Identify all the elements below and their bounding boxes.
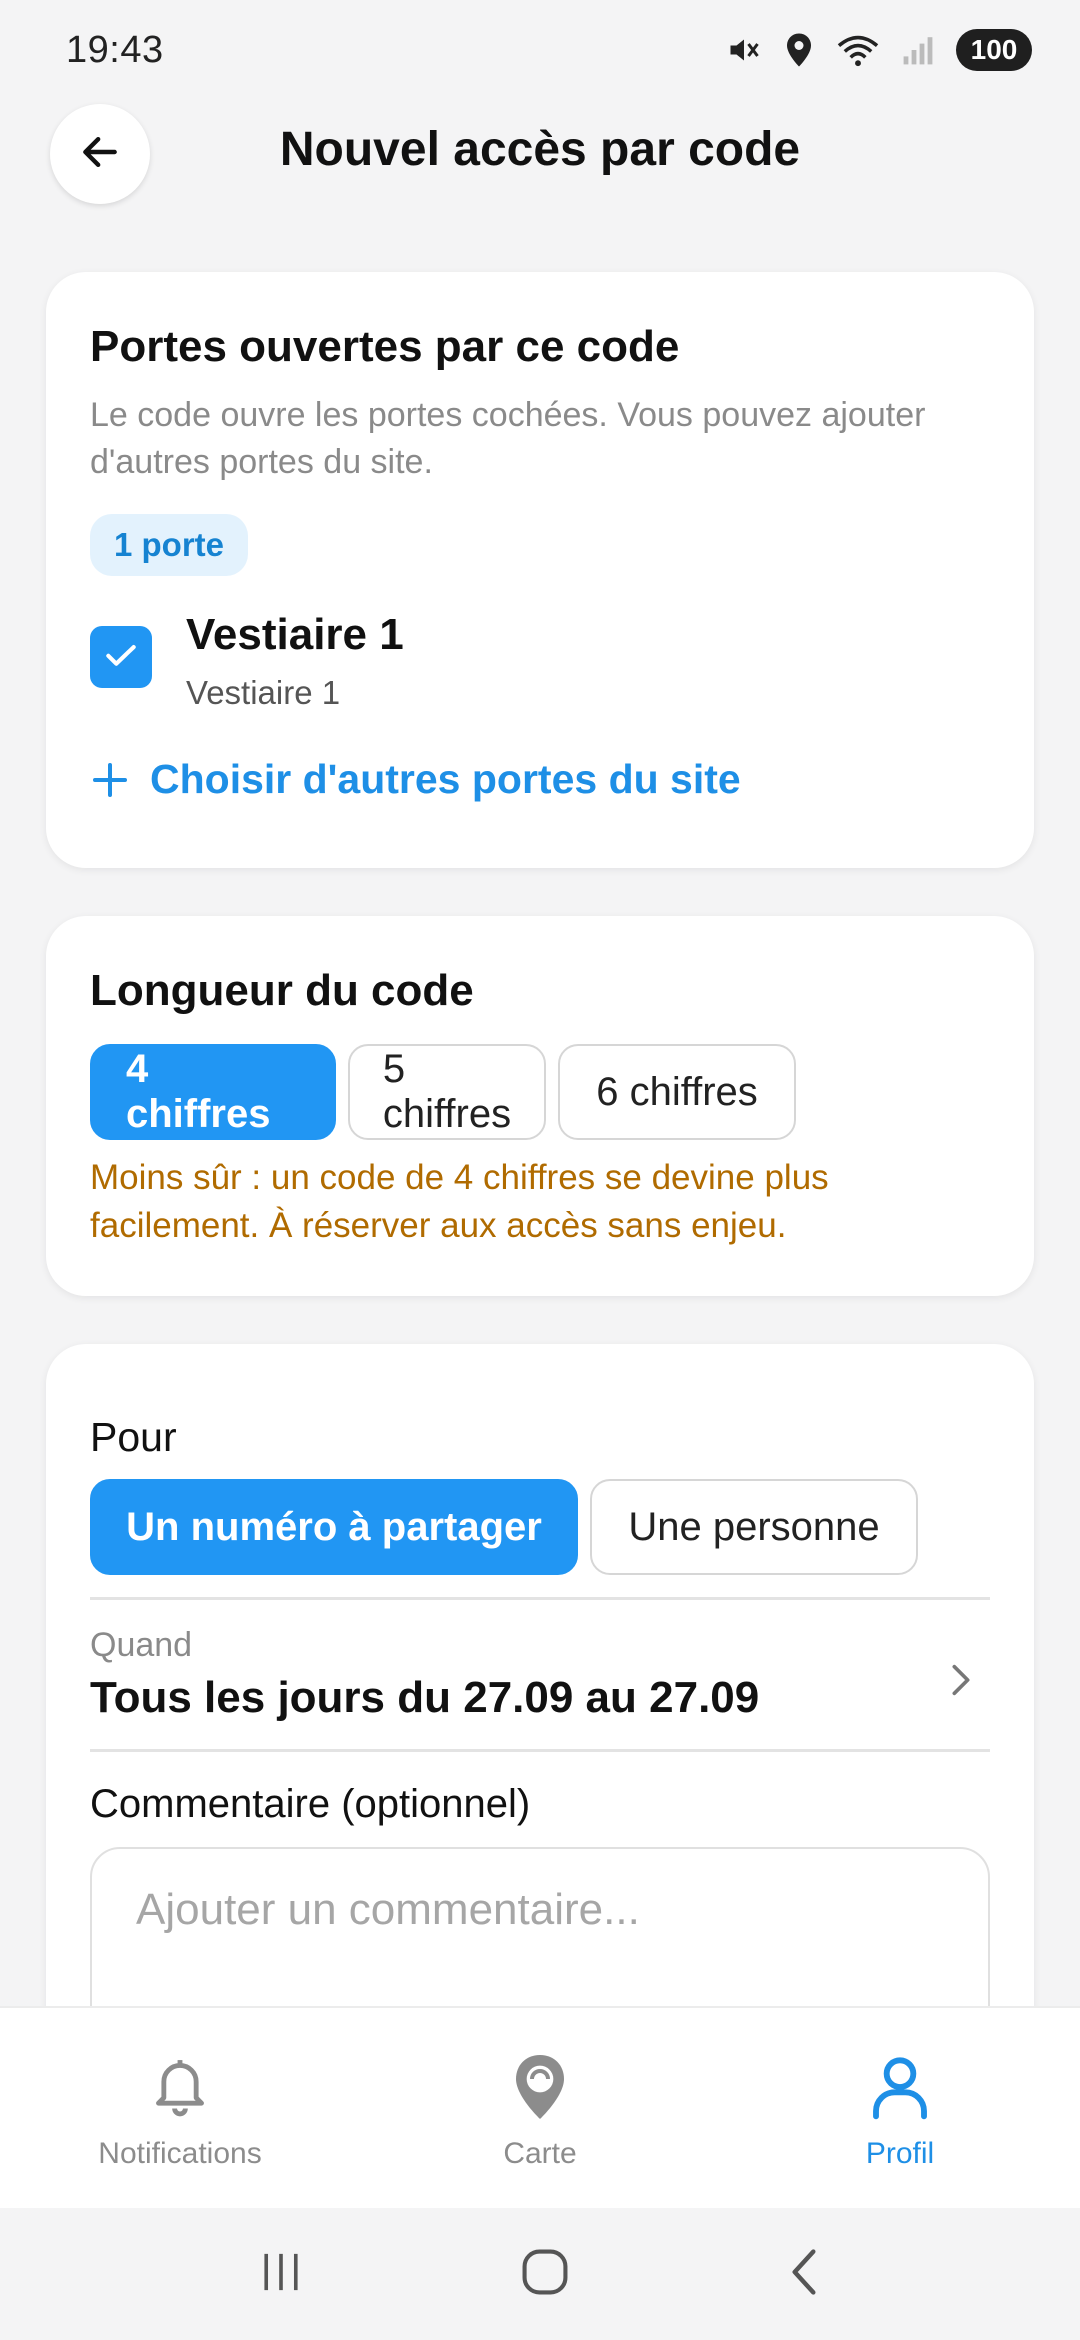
map-pin-icon xyxy=(508,2052,572,2127)
length-option-4[interactable]: 4 chiffres xyxy=(90,1044,336,1140)
system-nav-bar xyxy=(0,2208,1080,2340)
door-text: Vestiaire 1 Vestiaire 1 xyxy=(186,606,404,712)
door-count-badge: 1 porte xyxy=(90,514,249,576)
nav-notifications[interactable]: Notifications xyxy=(0,2008,360,2208)
check-icon xyxy=(102,636,140,679)
app-header: Nouvel accès par code xyxy=(0,100,1080,210)
chevron-right-icon xyxy=(946,1660,976,1705)
nav-label: Profil xyxy=(865,2137,935,2170)
comment-label: Commentaire (optionnel) xyxy=(90,1782,531,1826)
recipient-options: Un numéro à partager Une personne xyxy=(90,1479,990,1575)
doors-card-description: Le code ouvre les portes cochées. Vous p… xyxy=(90,396,926,481)
add-doors-link[interactable]: Choisir d'autres portes du site xyxy=(90,756,990,803)
door-subtitle: Vestiaire 1 xyxy=(186,674,341,711)
option-share-number[interactable]: Un numéro à partager xyxy=(90,1479,578,1575)
bell-icon xyxy=(147,2052,213,2127)
wifi-icon xyxy=(836,32,880,68)
nav-profile[interactable]: Profil xyxy=(720,2008,1080,2208)
length-warning: Moins sûr : un code de 4 chiffres se dev… xyxy=(90,1158,829,1245)
location-icon xyxy=(784,32,814,68)
doors-card-title: Portes ouvertes par ce code xyxy=(90,322,680,371)
status-icons: 100 xyxy=(726,29,1032,71)
doors-card: Portes ouvertes par ce code Le code ouvr… xyxy=(46,272,1034,868)
option-person[interactable]: Une personne xyxy=(590,1479,918,1575)
for-label: Pour xyxy=(90,1414,177,1460)
system-back-icon[interactable] xyxy=(784,2246,824,2303)
recent-apps-icon[interactable] xyxy=(256,2249,306,2300)
when-row[interactable]: Quand Tous les jours du 27.09 au 27.09 xyxy=(90,1600,990,1749)
user-icon xyxy=(868,2052,932,2127)
length-option-5[interactable]: 5 chiffres xyxy=(348,1044,546,1140)
when-label: Quand xyxy=(90,1626,193,1664)
nav-label: Notifications xyxy=(98,2137,262,2170)
when-value: Tous les jours du 27.09 au 27.09 xyxy=(90,1673,760,1722)
mute-icon xyxy=(726,32,762,68)
add-doors-label: Choisir d'autres portes du site xyxy=(150,756,741,802)
door-item[interactable]: Vestiaire 1 Vestiaire 1 xyxy=(90,606,990,712)
code-length-title: Longueur du code xyxy=(90,966,474,1015)
door-name: Vestiaire 1 xyxy=(186,610,404,659)
divider xyxy=(90,1749,990,1752)
battery-indicator: 100 xyxy=(956,29,1032,71)
bottom-nav: Notifications Carte Profil xyxy=(0,2006,1080,2208)
home-icon[interactable] xyxy=(519,2246,571,2303)
code-length-options: 4 chiffres 5 chiffres 6 chiffres xyxy=(90,1044,990,1140)
page-title: Nouvel accès par code xyxy=(279,123,801,176)
door-checkbox[interactable] xyxy=(90,626,152,688)
length-option-6[interactable]: 6 chiffres xyxy=(558,1044,796,1140)
status-bar: 19:43 100 xyxy=(0,0,1080,100)
nav-label: Carte xyxy=(503,2137,577,2170)
code-length-card: Longueur du code 4 chiffres 5 chiffres 6… xyxy=(46,916,1034,1296)
plus-icon xyxy=(90,760,130,800)
signal-icon xyxy=(902,34,934,66)
nav-map[interactable]: Carte xyxy=(360,2008,720,2208)
status-time: 19:43 xyxy=(66,28,164,71)
